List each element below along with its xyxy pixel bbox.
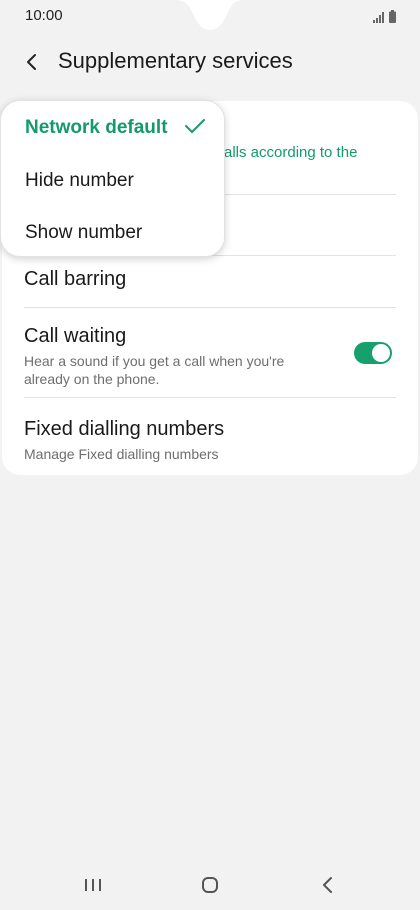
- fixed-dialling-row[interactable]: Fixed dialling numbers Manage Fixed dial…: [24, 418, 396, 463]
- divider: [24, 397, 396, 398]
- home-icon[interactable]: [198, 874, 222, 896]
- fixed-dialling-label: Fixed dialling numbers: [24, 418, 225, 440]
- page-title: Supplementary services: [58, 48, 293, 73]
- signal-icon: [373, 12, 384, 23]
- back-nav-icon[interactable]: [316, 874, 340, 896]
- status-time: 10:00: [25, 7, 63, 24]
- call-barring-row[interactable]: Call barring: [24, 268, 396, 291]
- call-barring-label: Call barring: [24, 268, 127, 290]
- menu-item-show-number[interactable]: Show number: [25, 222, 142, 244]
- navigation-bar: [0, 858, 420, 910]
- caller-id-value: alls according to the: [224, 144, 358, 161]
- status-bar: 10:00: [0, 0, 420, 34]
- menu-item-hide-number[interactable]: Hide number: [25, 170, 134, 192]
- menu-item-network-default[interactable]: Network default: [25, 117, 168, 139]
- check-icon: [185, 119, 205, 133]
- recents-icon[interactable]: [81, 874, 105, 896]
- call-waiting-toggle[interactable]: [354, 342, 392, 364]
- app-header: Supplementary services: [0, 40, 420, 84]
- caller-id-menu: Network default Hide number Show number: [0, 100, 225, 257]
- call-waiting-desc: Hear a sound if you get a call when you'…: [24, 353, 285, 387]
- call-waiting-row[interactable]: Call waiting Hear a sound if you get a c…: [24, 325, 328, 388]
- battery-icon: [389, 10, 396, 23]
- notch: [175, 0, 245, 30]
- call-waiting-label: Call waiting: [24, 325, 127, 347]
- back-arrow-icon[interactable]: [20, 50, 44, 74]
- toggle-knob: [372, 344, 390, 362]
- fixed-dialling-desc: Manage Fixed dialling numbers: [24, 446, 219, 462]
- divider: [24, 307, 396, 308]
